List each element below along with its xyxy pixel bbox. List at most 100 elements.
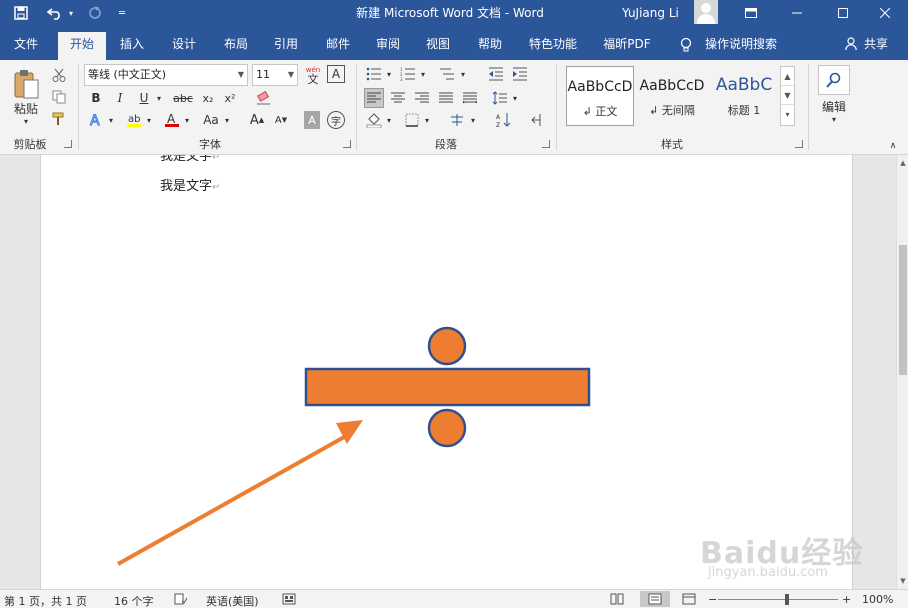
minimize-icon[interactable] xyxy=(774,0,820,26)
shading-dropdown-icon[interactable]: ▾ xyxy=(384,110,394,130)
font-color-dropdown-icon[interactable]: ▾ xyxy=(182,110,192,130)
styles-gallery-scroll[interactable]: ▲ ▼ ▾ xyxy=(780,66,795,126)
gallery-more-icon[interactable]: ▾ xyxy=(781,105,794,124)
tell-me-search[interactable]: 操作说明搜索 xyxy=(700,32,782,60)
tab-special-features[interactable]: 特色功能 xyxy=(522,32,584,60)
highlight-icon[interactable]: ab xyxy=(124,110,144,130)
zoom-out-button[interactable]: − xyxy=(708,593,717,606)
tab-mailings[interactable]: 邮件 xyxy=(318,32,358,60)
paste-dropdown-icon[interactable]: ▾ xyxy=(18,116,34,126)
font-color-icon[interactable]: A xyxy=(162,110,182,130)
character-border-button[interactable]: A xyxy=(327,65,345,83)
chinese-layout-icon[interactable] xyxy=(446,110,468,130)
maximize-icon[interactable] xyxy=(820,0,866,26)
multilevel-dropdown-icon[interactable]: ▾ xyxy=(458,64,468,84)
paste-icon[interactable] xyxy=(10,66,42,102)
web-layout-icon[interactable] xyxy=(682,593,696,608)
shading-icon[interactable] xyxy=(364,110,384,130)
phonetic-guide-button[interactable]: wén 文 xyxy=(302,64,324,86)
font-size-select[interactable]: 11 ▼ xyxy=(252,64,298,86)
show-formatting-marks-icon[interactable] xyxy=(526,110,546,130)
tab-review[interactable]: 审阅 xyxy=(368,32,408,60)
editing-button[interactable]: 编辑 xyxy=(814,98,854,114)
ribbon-display-icon[interactable] xyxy=(728,0,774,26)
numbering-dropdown-icon[interactable]: ▾ xyxy=(418,64,428,84)
share-button[interactable]: 共享 xyxy=(862,32,890,60)
paste-button[interactable]: 粘贴 xyxy=(8,100,44,116)
document-page[interactable]: 我是文字↵ 我是文字↵ xyxy=(40,155,853,589)
divide-sign-bar[interactable] xyxy=(304,367,591,407)
format-painter-icon[interactable] xyxy=(50,110,68,128)
align-right-icon[interactable] xyxy=(412,88,432,108)
tab-design[interactable]: 设计 xyxy=(164,32,204,60)
gallery-up-icon[interactable]: ▲ xyxy=(781,67,794,86)
zoom-level[interactable]: 100% xyxy=(862,593,893,606)
save-icon[interactable] xyxy=(10,0,32,26)
tab-file[interactable]: 文件 xyxy=(6,32,46,60)
gallery-down-icon[interactable]: ▼ xyxy=(781,86,794,105)
collapse-ribbon-icon[interactable]: ∧ xyxy=(886,140,900,152)
scroll-down-icon[interactable]: ▼ xyxy=(897,575,908,587)
align-left-icon[interactable] xyxy=(364,88,384,108)
zoom-in-button[interactable]: + xyxy=(842,593,851,606)
tab-references[interactable]: 引用 xyxy=(266,32,306,60)
styles-launcher-icon[interactable] xyxy=(795,140,803,148)
strikethrough-button[interactable]: abc xyxy=(170,88,196,108)
shrink-font-button[interactable]: A ▼ xyxy=(272,110,290,130)
redo-icon[interactable] xyxy=(84,0,106,26)
proofing-icon[interactable] xyxy=(174,593,188,608)
share-icon[interactable] xyxy=(842,32,860,60)
tab-home[interactable]: 开始 xyxy=(58,32,106,60)
scroll-up-icon[interactable]: ▲ xyxy=(897,157,908,169)
subscript-button[interactable]: x₂ xyxy=(198,88,218,108)
lightbulb-icon[interactable] xyxy=(676,32,696,60)
italic-button[interactable]: I xyxy=(110,88,130,108)
zoom-slider-thumb[interactable] xyxy=(785,594,789,605)
tab-view[interactable]: 视图 xyxy=(418,32,458,60)
editing-dropdown-icon[interactable]: ▾ xyxy=(826,114,842,124)
line-spacing-icon[interactable] xyxy=(490,88,510,108)
clear-formatting-icon[interactable] xyxy=(254,88,274,108)
decrease-indent-icon[interactable] xyxy=(486,64,506,84)
divide-sign-top-dot[interactable] xyxy=(427,326,467,366)
print-layout-icon[interactable] xyxy=(640,591,670,607)
text-effects-icon[interactable]: A xyxy=(86,110,106,130)
underline-button[interactable]: U xyxy=(134,88,154,108)
tab-help[interactable]: 帮助 xyxy=(470,32,510,60)
bullets-icon[interactable] xyxy=(364,64,384,84)
paragraph-launcher-icon[interactable] xyxy=(542,140,550,148)
sort-icon[interactable]: AZ xyxy=(494,110,514,130)
macro-icon[interactable] xyxy=(282,593,296,608)
font-launcher-icon[interactable] xyxy=(343,140,351,148)
line-spacing-dropdown-icon[interactable]: ▾ xyxy=(510,88,520,108)
text-effects-dropdown-icon[interactable]: ▾ xyxy=(106,110,116,130)
bullets-dropdown-icon[interactable]: ▾ xyxy=(384,64,394,84)
divide-sign-bottom-dot[interactable] xyxy=(427,408,467,448)
language-indicator[interactable]: 英语(美国) xyxy=(206,593,259,608)
tab-insert[interactable]: 插入 xyxy=(112,32,152,60)
vertical-scrollbar[interactable]: ▲ ▼ xyxy=(896,155,908,589)
superscript-button[interactable]: x² xyxy=(220,88,240,108)
justify-icon[interactable] xyxy=(436,88,456,108)
enclose-characters-button[interactable]: 字 xyxy=(327,111,345,129)
character-shading-button[interactable]: A xyxy=(304,111,320,129)
borders-icon[interactable] xyxy=(402,110,422,130)
style-no-spacing[interactable]: AaBbCcD ↲ 无间隔 xyxy=(638,66,706,126)
underline-dropdown-icon[interactable]: ▾ xyxy=(154,88,164,108)
undo-icon[interactable] xyxy=(44,0,66,26)
highlight-dropdown-icon[interactable]: ▾ xyxy=(144,110,154,130)
cut-icon[interactable] xyxy=(50,66,68,84)
style-normal[interactable]: AaBbCcD ↲ 正文 xyxy=(566,66,634,126)
find-icon[interactable] xyxy=(818,65,850,95)
distributed-icon[interactable] xyxy=(460,88,480,108)
increase-indent-icon[interactable] xyxy=(510,64,530,84)
tab-layout[interactable]: 布局 xyxy=(216,32,256,60)
word-count[interactable]: 16 个字 xyxy=(114,593,154,608)
user-name[interactable]: YuJiang Li xyxy=(622,0,679,26)
font-name-select[interactable]: 等线 (中文正文) ▼ xyxy=(84,64,248,86)
page-count[interactable]: 第 1 页，共 1 页 xyxy=(4,593,87,608)
change-case-button[interactable]: Aa xyxy=(200,110,222,130)
numbering-icon[interactable]: 123 xyxy=(398,64,418,84)
undo-dropdown-icon[interactable]: ▾ xyxy=(66,0,76,26)
scroll-thumb[interactable] xyxy=(899,245,907,375)
